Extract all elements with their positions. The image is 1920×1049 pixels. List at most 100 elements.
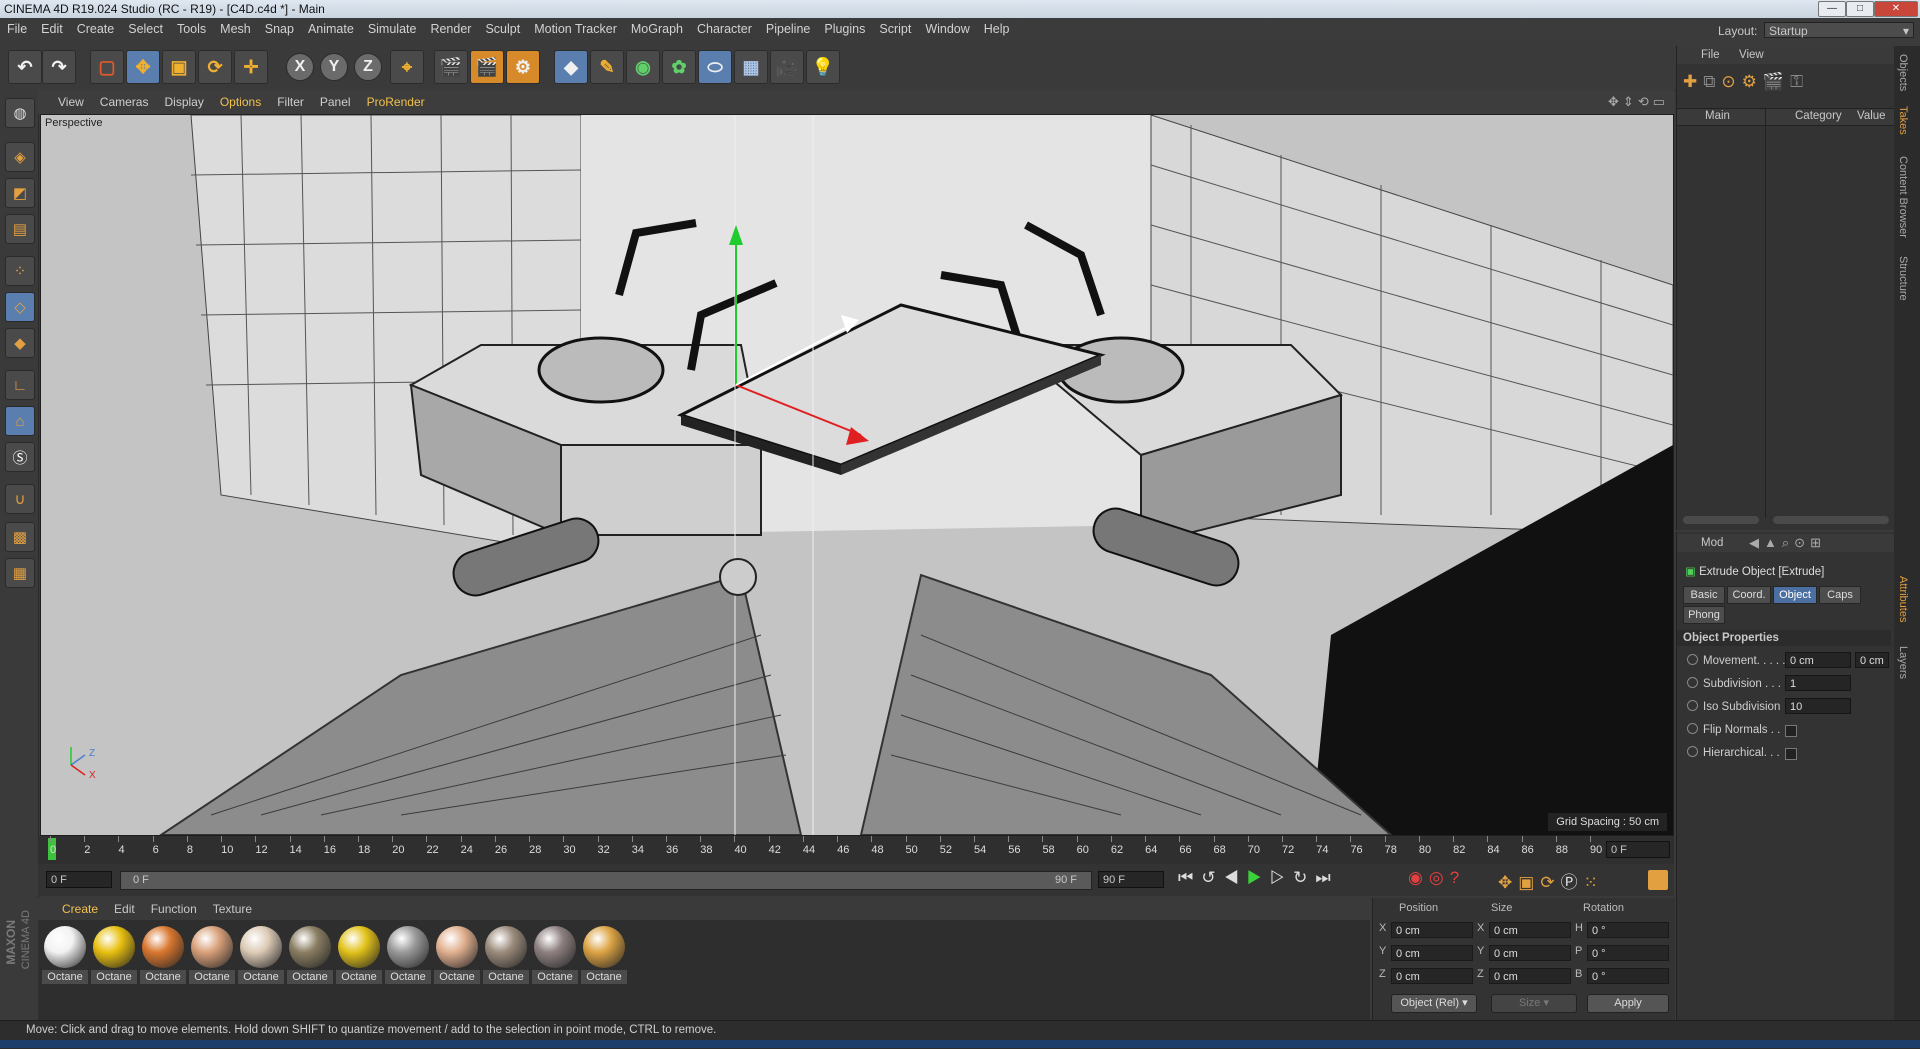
material-swatch[interactable]: Octane: [385, 924, 431, 986]
material-swatch[interactable]: Octane: [189, 924, 235, 986]
render-take-icon[interactable]: 🎬: [1763, 72, 1790, 91]
menu-script[interactable]: Script: [872, 18, 918, 40]
auto-take-icon[interactable]: ⚙: [1742, 72, 1763, 91]
animate-radio-icon[interactable]: [1687, 654, 1698, 665]
model-mode-button[interactable]: ◈: [5, 142, 35, 172]
menu-character[interactable]: Character: [690, 18, 759, 40]
add-cube-button[interactable]: ◆: [554, 50, 588, 84]
property-checkbox[interactable]: [1785, 725, 1797, 737]
up-arrow-icon[interactable]: ▲: [1764, 535, 1782, 550]
new-panel-icon[interactable]: ⊞: [1810, 535, 1826, 550]
side-tab-objects[interactable]: Objects: [1897, 54, 1909, 91]
next-key-icon[interactable]: ↻: [1293, 868, 1315, 887]
animate-radio-icon[interactable]: [1687, 723, 1698, 734]
close-button[interactable]: ✕: [1874, 1, 1918, 17]
record-icon[interactable]: ◉: [1408, 868, 1429, 887]
end-frame-field[interactable]: 90 F: [1098, 871, 1164, 888]
go-to-start-icon[interactable]: ⏮: [1178, 868, 1201, 887]
minimize-button[interactable]: —: [1818, 1, 1846, 17]
viewport-menu-cameras[interactable]: Cameras: [92, 90, 157, 114]
viewport-menu-view[interactable]: View: [50, 90, 92, 114]
menu-window[interactable]: Window: [918, 18, 976, 40]
snap-button[interactable]: ∪: [5, 484, 35, 514]
menu-snap[interactable]: Snap: [258, 18, 301, 40]
3d-viewport[interactable]: Z X Perspective Grid Spacing : 50 cm: [40, 114, 1674, 836]
scale-tool-button[interactable]: ▣: [162, 50, 196, 84]
size-field[interactable]: 0 cm: [1489, 968, 1571, 984]
side-tab-takes[interactable]: Takes: [1897, 106, 1909, 135]
property-value-field[interactable]: 10: [1785, 698, 1851, 714]
menu-create[interactable]: Create: [70, 18, 122, 40]
menu-sculpt[interactable]: Sculpt: [478, 18, 527, 40]
material-swatch[interactable]: Octane: [42, 924, 88, 986]
animate-radio-icon[interactable]: [1687, 746, 1698, 757]
make-editable-button[interactable]: ◍: [5, 98, 35, 128]
animate-radio-icon[interactable]: [1687, 700, 1698, 711]
takes-scrollbar-left[interactable]: [1683, 516, 1759, 524]
go-to-end-icon[interactable]: ⏭: [1315, 868, 1338, 887]
maximize-button[interactable]: □: [1846, 1, 1874, 17]
property-value-field[interactable]: 0 cm: [1785, 652, 1851, 668]
frame-range-slider[interactable]: 0 F 90 F: [120, 871, 1092, 890]
recent-tool-button[interactable]: ✛: [234, 50, 268, 84]
redo-button[interactable]: ↷: [42, 50, 76, 84]
size-mode-dropdown[interactable]: Size ▾: [1491, 994, 1577, 1013]
add-floor-button[interactable]: ▦: [734, 50, 768, 84]
position-field[interactable]: 0 cm: [1391, 945, 1473, 961]
material-swatch[interactable]: Octane: [336, 924, 382, 986]
timeline-ruler[interactable]: 0 2 4 6 8 10 12 14 16 18 20 22 24 26 28 30 32 34 36 38 40 42 4…: [38, 836, 1674, 864]
menu-help[interactable]: Help: [977, 18, 1017, 40]
orbit-icon[interactable]: ⟲: [1638, 94, 1653, 109]
planar-workplane-button[interactable]: ▦: [5, 558, 35, 588]
coord-mode-dropdown[interactable]: Object (Rel) ▾: [1391, 994, 1477, 1013]
render-picture-viewer-button[interactable]: 🎬: [470, 50, 504, 84]
current-frame-field[interactable]: 0 F: [1606, 841, 1670, 858]
autokey-icon[interactable]: ◎: [1429, 868, 1450, 887]
material-swatch[interactable]: Octane: [483, 924, 529, 986]
texture-mode-button[interactable]: ◩: [5, 178, 35, 208]
size-field[interactable]: 0 cm: [1489, 922, 1571, 938]
lock-icon[interactable]: ⊙: [1794, 535, 1810, 550]
menu-view[interactable]: View: [1739, 49, 1764, 61]
attr-tab-object[interactable]: Object: [1773, 586, 1817, 604]
scale-key-icon[interactable]: ▣: [1518, 873, 1540, 892]
lock-icon[interactable]: ⚿: [1790, 72, 1809, 91]
material-swatch[interactable]: Octane: [434, 924, 480, 986]
rotate-tool-button[interactable]: ⟳: [198, 50, 232, 84]
material-menu-create[interactable]: Create: [54, 898, 106, 920]
property-value-field[interactable]: 1: [1785, 675, 1851, 691]
menu-render[interactable]: Render: [423, 18, 478, 40]
apply-button[interactable]: Apply: [1587, 994, 1669, 1013]
material-swatch[interactable]: Octane: [532, 924, 578, 986]
side-tab-content-browser[interactable]: Content Browser: [1897, 156, 1909, 238]
y-axis-lock-button[interactable]: Y: [320, 53, 348, 81]
viewport-menu-panel[interactable]: Panel: [312, 90, 359, 114]
pla-key-icon[interactable]: ⁙: [1584, 873, 1604, 892]
menu-file[interactable]: File: [0, 18, 34, 40]
next-frame-icon[interactable]: ▷: [1270, 868, 1293, 887]
material-swatch[interactable]: Octane: [238, 924, 284, 986]
position-field[interactable]: 0 cm: [1391, 922, 1473, 938]
side-tab-structure[interactable]: Structure: [1897, 256, 1909, 301]
workplane-mode-button[interactable]: ▤: [5, 214, 35, 244]
position-key-icon[interactable]: ✥: [1498, 873, 1518, 892]
size-field[interactable]: 0 cm: [1489, 945, 1571, 961]
material-swatch[interactable]: Octane: [581, 924, 627, 986]
viewport-menu-options[interactable]: Options: [212, 90, 269, 114]
back-arrow-icon[interactable]: ◀: [1749, 535, 1764, 550]
takes-scrollbar-right[interactable]: [1773, 516, 1889, 524]
position-field[interactable]: 0 cm: [1391, 968, 1473, 984]
add-deformer-button[interactable]: ⬭: [698, 50, 732, 84]
x-axis-lock-button[interactable]: X: [286, 53, 314, 81]
prev-frame-icon[interactable]: ◀: [1224, 868, 1247, 887]
menu-mograph[interactable]: MoGraph: [624, 18, 690, 40]
menu-animate[interactable]: Animate: [301, 18, 361, 40]
viewport-menu-prorender[interactable]: ProRender: [359, 90, 433, 114]
menu-pipeline[interactable]: Pipeline: [759, 18, 817, 40]
undo-button[interactable]: ↶: [8, 50, 42, 84]
tweak-mode-button[interactable]: ⌂: [5, 406, 35, 436]
pan-icon[interactable]: ✥: [1608, 94, 1623, 109]
add-nurbs-button[interactable]: ◉: [626, 50, 660, 84]
add-take-icon[interactable]: ✚: [1683, 72, 1703, 91]
timeline-window-button[interactable]: [1648, 870, 1668, 890]
